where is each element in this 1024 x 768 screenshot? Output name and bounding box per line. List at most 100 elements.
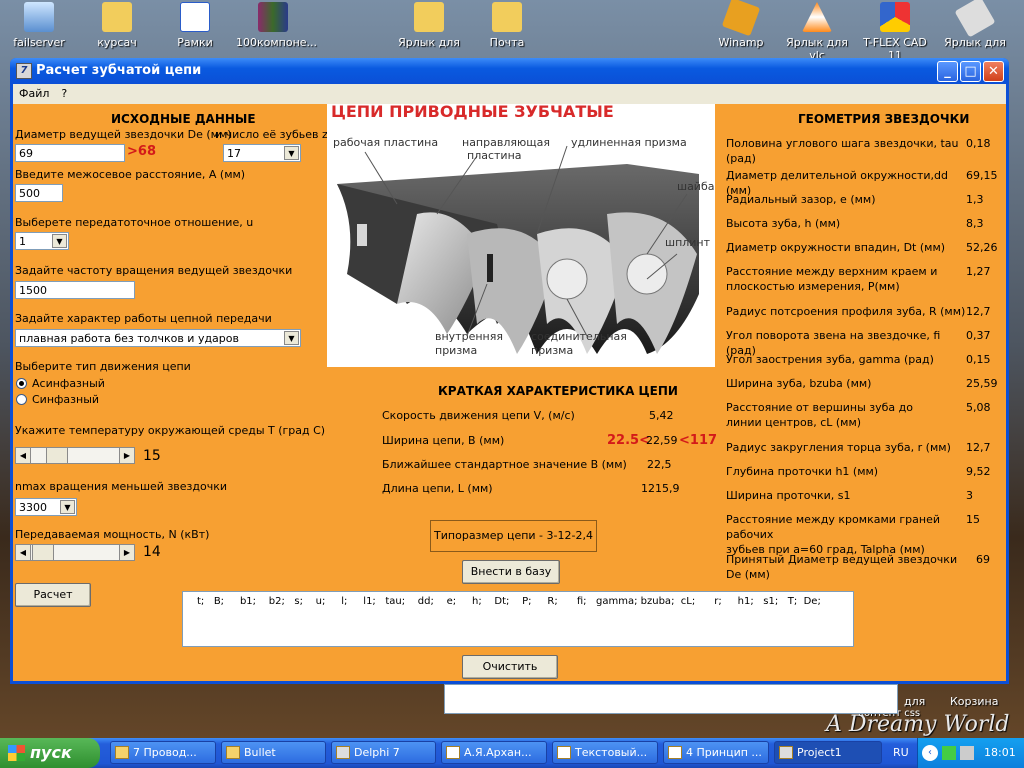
language-indicator[interactable]: RU bbox=[893, 746, 909, 759]
menu-help[interactable]: ? bbox=[55, 84, 73, 100]
input-data-header: ИСХОДНЫЕ ДАННЫЕ bbox=[111, 112, 256, 126]
desktop-icon-korzina[interactable]: Корзина bbox=[950, 695, 998, 708]
radio-sync[interactable] bbox=[16, 394, 27, 405]
close-button[interactable]: ✕ bbox=[983, 61, 1004, 82]
arrow-left-icon[interactable]: ◀ bbox=[16, 545, 31, 560]
maximize-button[interactable]: □ bbox=[960, 61, 981, 82]
ratio-select[interactable]: 1 ▼ bbox=[15, 232, 69, 250]
ratio-label: Выберете передатоточное отношение, u bbox=[15, 216, 254, 229]
nmax-select[interactable]: 3300 ▼ bbox=[15, 498, 77, 516]
folder-shortcut-icon bbox=[414, 2, 444, 32]
geometry-label-line: Угол заострения зуба, gamma (рад) bbox=[726, 353, 934, 366]
chevron-down-icon[interactable]: ▼ bbox=[52, 234, 67, 248]
power-label: Передаваемая мощность, N (кВт) bbox=[15, 528, 210, 541]
desktop-icon-label: Почта bbox=[489, 36, 525, 49]
arrow-right-icon[interactable]: ▶ bbox=[119, 545, 134, 560]
radio-sync-label: Синфазный bbox=[32, 393, 100, 406]
chevron-down-icon[interactable]: ▼ bbox=[284, 331, 299, 345]
task-document[interactable]: А.Я.Архан... bbox=[441, 741, 547, 764]
teeth-select[interactable]: 17 ▼ bbox=[223, 144, 301, 162]
desktop-icon-shortcut-1[interactable]: Ярлык для bbox=[392, 2, 466, 49]
tray-app-icon[interactable] bbox=[942, 746, 956, 760]
start-button[interactable]: пуск bbox=[0, 738, 100, 768]
radio-async[interactable] bbox=[16, 378, 27, 389]
temp-slider-thumb[interactable] bbox=[46, 448, 68, 463]
mode-select[interactable]: плавная работа без толчков и ударов ▼ bbox=[15, 329, 301, 347]
desktop-icon-vlc[interactable]: Ярлык для vlc bbox=[780, 2, 854, 62]
computer-icon bbox=[24, 2, 54, 32]
desktop-icon-winrar[interactable]: 100компоне... bbox=[236, 2, 317, 49]
task-explorer[interactable]: 7 Провод... bbox=[110, 741, 216, 764]
summary-header: КРАТКАЯ ХАРАКТЕРИСТИКА ЦЕПИ bbox=[438, 384, 678, 398]
word-doc-icon bbox=[446, 746, 460, 759]
task-label: Project1 bbox=[797, 746, 842, 759]
minimize-button[interactable]: _ bbox=[937, 61, 958, 82]
power-slider[interactable]: ◀ ▶ bbox=[15, 544, 135, 561]
speed-label: Скорость движения цепи V, (м/с) bbox=[382, 409, 575, 422]
geometry-row-label: Половина углового шага звездочки, tau (р… bbox=[726, 136, 968, 166]
clear-button[interactable]: Очистить bbox=[462, 655, 558, 679]
geometry-label-line: Диаметр окружности впадин, Dt (мм) bbox=[726, 241, 946, 254]
desktop-icon-failserver[interactable]: failserver bbox=[2, 2, 76, 49]
title-bar[interactable]: 7 Расчет зубчатой цепи _ □ ✕ bbox=[10, 58, 1009, 84]
geometry-row-label: Ширина проточки, s1 bbox=[726, 488, 968, 503]
watermark: A Dreamy World bbox=[826, 712, 1010, 737]
shortcut-icon bbox=[954, 0, 996, 38]
arrow-left-icon[interactable]: ◀ bbox=[16, 448, 31, 463]
geometry-row-label: Глубина проточки h1 (мм) bbox=[726, 464, 968, 479]
chevron-left-icon[interactable]: ‹ bbox=[922, 745, 938, 761]
geometry-row-label: Ширина зуба, bzuba (мм) bbox=[726, 376, 968, 391]
delphi-icon bbox=[336, 746, 350, 759]
diameter-input[interactable]: 69 bbox=[15, 144, 125, 162]
task-bullet[interactable]: Bullet bbox=[221, 741, 326, 764]
desktop-icon-winamp[interactable]: Winamp bbox=[704, 0, 778, 49]
temp-value: 15 bbox=[143, 448, 161, 464]
geometry-row-value: 5,08 bbox=[966, 401, 991, 414]
delphi-icon bbox=[779, 746, 793, 759]
label-guide-plate-2: пластина bbox=[467, 149, 522, 162]
task-label: 7 Провод... bbox=[133, 746, 197, 759]
system-tray: ‹ 18:01 bbox=[917, 738, 1024, 768]
chevron-down-icon[interactable]: ▼ bbox=[60, 500, 75, 514]
geometry-label-line: Ширина проточки, s1 bbox=[726, 489, 851, 502]
desktop-icon-shortcut-2[interactable]: Ярлык для bbox=[938, 0, 1012, 49]
chevron-down-icon[interactable]: ▼ bbox=[284, 146, 299, 160]
distance-input[interactable]: 500 bbox=[15, 184, 63, 202]
geometry-row-label: Расстояние между кромками граней рабочих… bbox=[726, 512, 968, 557]
task-text[interactable]: Текстовый... bbox=[552, 741, 658, 764]
geometry-label-line: Расстояние между верхним краем и bbox=[726, 265, 938, 278]
task-delphi[interactable]: Delphi 7 bbox=[331, 741, 436, 764]
calculate-button[interactable]: Расчет bbox=[15, 583, 91, 607]
task-label: Текстовый... bbox=[575, 746, 648, 759]
label-guide-plate-1: направляющая bbox=[462, 136, 550, 149]
geometry-row-label: Высота зуба, h (мм) bbox=[726, 216, 968, 231]
desktop-icon-pochta[interactable]: Почта bbox=[470, 2, 544, 49]
arrow-right-icon[interactable]: ▶ bbox=[119, 448, 134, 463]
temp-slider[interactable]: ◀ ▶ bbox=[15, 447, 135, 464]
desktop-icon-tflex[interactable]: T-FLEX CAD 11 bbox=[858, 2, 932, 62]
desktop-label-dlya: для bbox=[904, 695, 926, 708]
tray-pen-icon[interactable] bbox=[960, 746, 974, 760]
width-label: Ширина цепи, B (мм) bbox=[382, 434, 505, 447]
freq-input[interactable]: 1500 bbox=[15, 281, 135, 299]
desktop-icon-ramki[interactable]: Рамки bbox=[158, 2, 232, 49]
geometry-row-label: Принятый Диаметр ведущей звездочки De (м… bbox=[726, 552, 968, 582]
geometry-row-value: 8,3 bbox=[966, 217, 984, 230]
task-principle[interactable]: 4 Принцип ... bbox=[663, 741, 769, 764]
desktop-icon-kursach[interactable]: курсач bbox=[80, 2, 154, 49]
geometry-row-value: 12,7 bbox=[966, 441, 991, 454]
geometry-label-line: Расстояние от вершины зуба до bbox=[726, 401, 913, 414]
results-memo[interactable]: t; B; b1; b2; s; u; l; l1; tau; dd; e; h… bbox=[182, 591, 854, 647]
task-label: А.Я.Архан... bbox=[464, 746, 532, 759]
desktop-icon-label: Winamp bbox=[718, 36, 764, 49]
geometry-row-value: 69,15 bbox=[966, 169, 998, 182]
menu-file[interactable]: Файл bbox=[13, 84, 55, 100]
desktop-icon-label: Ярлык для bbox=[944, 36, 1006, 49]
motion-label: Выберите тип движения цепи bbox=[15, 360, 191, 373]
save-to-db-button[interactable]: Внести в базу bbox=[462, 560, 560, 584]
task-project1[interactable]: Project1 bbox=[774, 741, 882, 764]
power-slider-thumb[interactable] bbox=[32, 545, 54, 560]
label-inner-prism-1: внутренняя bbox=[435, 330, 503, 343]
nmax-select-value: 3300 bbox=[19, 501, 47, 514]
label-pin: шплинт bbox=[665, 236, 711, 249]
